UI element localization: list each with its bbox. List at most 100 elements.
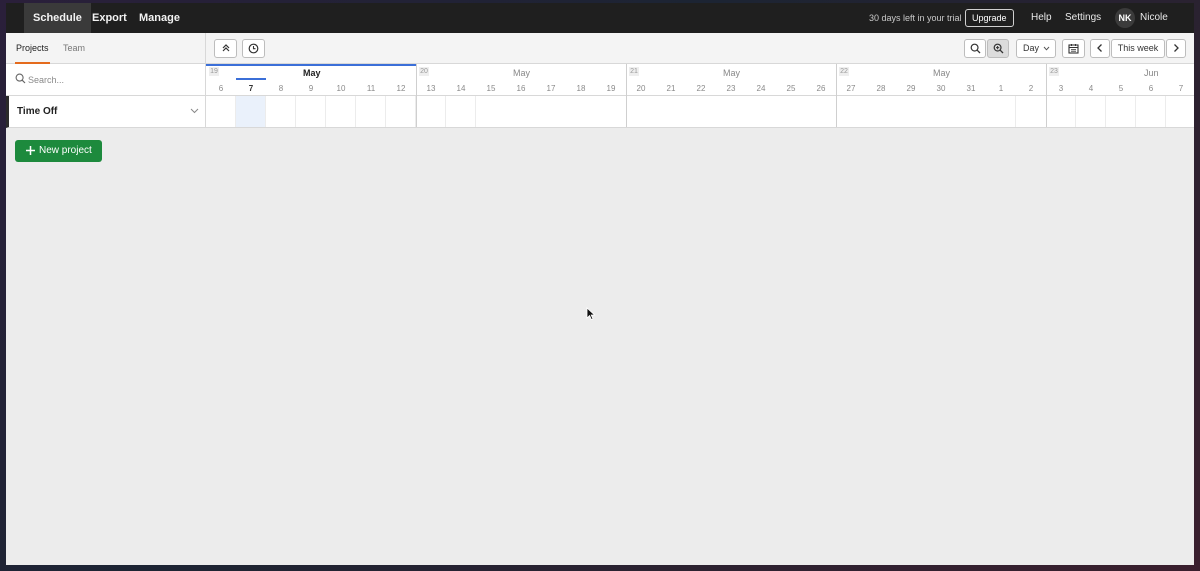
- project-schedule-row[interactable]: [206, 96, 1194, 128]
- search-input[interactable]: [28, 71, 198, 89]
- day-label: 6: [218, 84, 224, 93]
- day-label: 2: [1028, 84, 1034, 93]
- today-indicator: [236, 78, 266, 80]
- next-week-button[interactable]: [1166, 39, 1186, 58]
- chevron-right-icon: [1174, 44, 1179, 52]
- day-label: 11: [366, 84, 376, 93]
- day-cell[interactable]: [296, 96, 326, 127]
- week-divider: [836, 96, 837, 127]
- day-label: 22: [696, 84, 706, 93]
- day-cell[interactable]: [1136, 96, 1166, 127]
- search-icon: [15, 73, 26, 84]
- user-name[interactable]: Nicole: [1140, 3, 1168, 33]
- day-cell[interactable]: [417, 96, 446, 127]
- day-label: 20: [636, 84, 646, 93]
- timeline-header: 19 May 20 May 21 May 22 May 23 Jun 6 7 8…: [206, 64, 1194, 96]
- day-label: 5: [1118, 84, 1124, 93]
- day-label: 25: [786, 84, 796, 93]
- day-label: 14: [456, 84, 466, 93]
- view-select[interactable]: Day: [1016, 39, 1056, 58]
- calendar-icon: [1068, 44, 1079, 54]
- top-nav-bar: Schedule Export Manage 30 days left in y…: [6, 3, 1194, 33]
- day-label: 30: [936, 84, 946, 93]
- day-cell[interactable]: [386, 96, 416, 127]
- nav-export[interactable]: Export: [83, 3, 136, 33]
- app-window: Schedule Export Manage 30 days left in y…: [6, 3, 1194, 565]
- left-panel-header: Projects Team: [6, 33, 206, 64]
- month-label: May: [933, 68, 951, 78]
- previous-week-button[interactable]: [1090, 39, 1110, 58]
- upgrade-button[interactable]: Upgrade: [965, 9, 1014, 27]
- day-label: 15: [486, 84, 496, 93]
- day-cell[interactable]: [266, 96, 296, 127]
- day-label: 18: [576, 84, 586, 93]
- avatar[interactable]: NK: [1115, 8, 1135, 28]
- chevron-left-icon: [1097, 44, 1102, 52]
- help-link[interactable]: Help: [1031, 3, 1052, 33]
- week-number: 23: [1049, 67, 1059, 76]
- day-label: 19: [606, 84, 616, 93]
- day-label: 21: [666, 84, 676, 93]
- month-label: May: [723, 68, 741, 78]
- schedule-toolbar: Day This week: [206, 33, 1194, 64]
- current-week-indicator: [206, 64, 416, 66]
- zoom-in-button[interactable]: [987, 39, 1009, 58]
- day-label: 24: [756, 84, 766, 93]
- collapse-icon: [222, 44, 229, 52]
- day-label: 10: [336, 84, 346, 93]
- day-label: 23: [726, 84, 736, 93]
- day-cell[interactable]: [1106, 96, 1136, 127]
- day-label: 3: [1058, 84, 1064, 93]
- day-label: 17: [546, 84, 556, 93]
- day-cell[interactable]: [446, 96, 476, 127]
- settings-link[interactable]: Settings: [1065, 3, 1101, 33]
- new-project-button[interactable]: New project: [15, 140, 102, 162]
- chevron-down-icon[interactable]: [190, 108, 199, 114]
- day-cell[interactable]: [206, 96, 236, 127]
- day-label: 16: [516, 84, 526, 93]
- day-label: 1: [998, 84, 1004, 93]
- day-cell[interactable]: [986, 96, 1016, 127]
- tab-projects[interactable]: Projects: [15, 33, 50, 64]
- day-label: 31: [966, 84, 976, 93]
- date-picker-button[interactable]: [1062, 39, 1085, 58]
- day-cell[interactable]: [356, 96, 386, 127]
- plus-icon: [26, 146, 35, 155]
- week-number: 20: [419, 67, 429, 76]
- day-label: 7: [1178, 84, 1184, 93]
- clock-icon: [248, 43, 259, 54]
- zoom-out-icon: [970, 43, 980, 54]
- day-label-today: 7: [248, 84, 254, 93]
- day-cell[interactable]: [1047, 96, 1076, 127]
- zoom-out-button[interactable]: [964, 39, 986, 58]
- week-number: 22: [839, 67, 849, 76]
- day-label: 12: [396, 84, 406, 93]
- chevron-down-icon: [1043, 46, 1050, 51]
- this-week-button[interactable]: This week: [1111, 39, 1165, 58]
- day-label: 4: [1088, 84, 1094, 93]
- project-row[interactable]: Time Off: [6, 96, 206, 128]
- day-label: 27: [846, 84, 856, 93]
- day-label: 29: [906, 84, 916, 93]
- search-row: [6, 64, 206, 96]
- day-label: 8: [278, 84, 284, 93]
- day-label: 28: [876, 84, 886, 93]
- day-label: 26: [816, 84, 826, 93]
- month-label: May: [513, 68, 531, 78]
- day-label: 6: [1148, 84, 1154, 93]
- mouse-cursor-icon: [586, 307, 596, 321]
- new-project-label: New project: [39, 145, 92, 156]
- day-cell[interactable]: [326, 96, 356, 127]
- timesheet-button[interactable]: [242, 39, 265, 58]
- collapse-all-button[interactable]: [214, 39, 237, 58]
- nav-manage[interactable]: Manage: [130, 3, 189, 33]
- month-label: Jun: [1144, 68, 1159, 78]
- nav-schedule[interactable]: Schedule: [24, 3, 91, 33]
- trial-notice: 30 days left in your trial: [869, 13, 962, 23]
- week-divider: [626, 96, 627, 127]
- tab-team[interactable]: Team: [63, 33, 85, 64]
- zoom-in-icon: [993, 43, 1003, 54]
- day-cell[interactable]: [1076, 96, 1106, 127]
- day-cell-today[interactable]: [236, 96, 266, 127]
- week-number: 21: [629, 67, 639, 76]
